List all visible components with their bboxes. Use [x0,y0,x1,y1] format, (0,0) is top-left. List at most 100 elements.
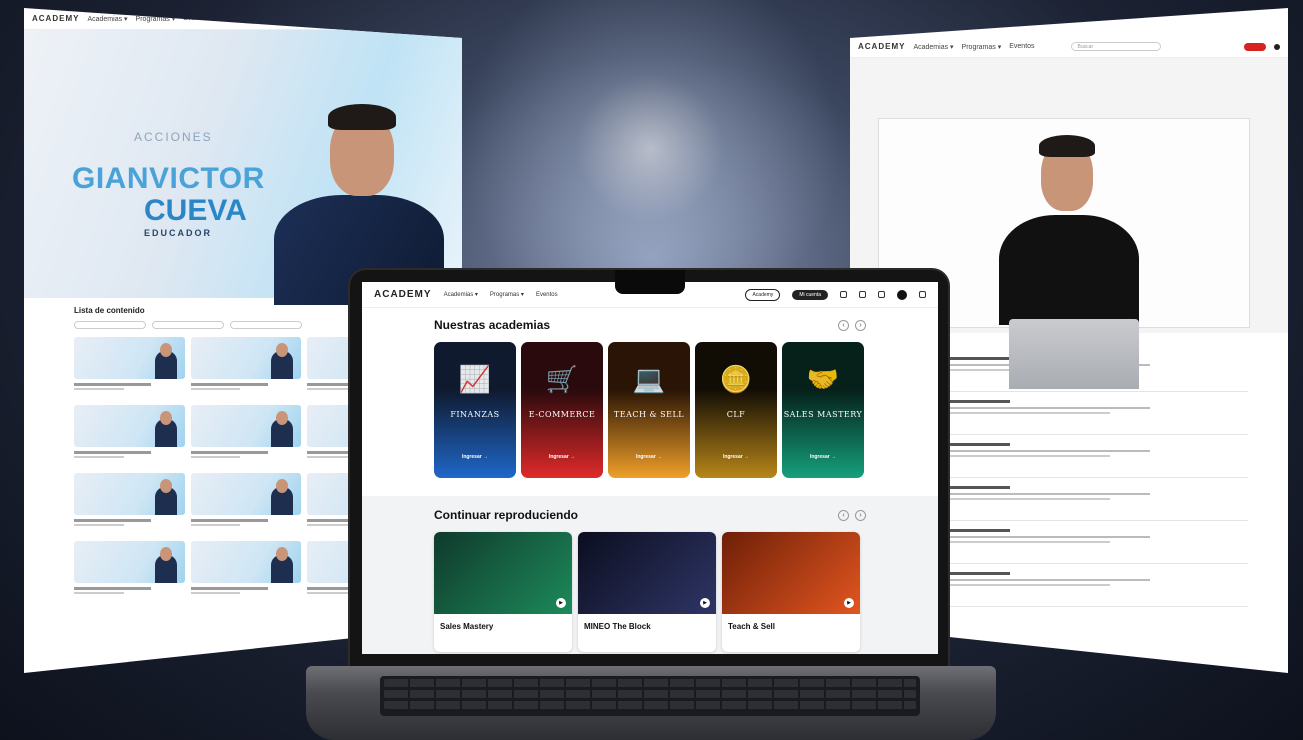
lesson-item[interactable] [950,564,1248,607]
continue-cards: ▶ Sales Mastery ▶ MINEO The Block ▶ Teac… [434,532,866,652]
bookmark-icon[interactable] [840,291,847,298]
lesson-item[interactable] [950,521,1248,564]
stage: ACADEMY Academias ▾ Programas ▾ Eventos … [0,0,1303,740]
academy-card[interactable]: 💻 TEACH & SELL Ingresar → [608,342,690,478]
arrow-left-icon[interactable]: ‹ [838,319,849,331]
right-nav-academias[interactable]: Academias ▾ [913,43,953,51]
main-logo[interactable]: ACADEMY [374,289,432,300]
right-logo[interactable]: ACADEMY [858,42,905,51]
thumb-image [190,337,302,379]
hero-brand: ACCIONES [134,130,213,144]
lesson-desc [950,493,1150,495]
account-button[interactable]: Mi cuenta [792,289,828,300]
play-icon[interactable]: ▶ [700,598,710,608]
academy-button[interactable]: Academy [745,288,781,301]
arrow-right-icon[interactable]: › [855,319,866,331]
content-thumb[interactable] [74,541,185,601]
academy-enter-button[interactable]: Ingresar → [434,454,516,460]
user-avatar[interactable] [897,289,907,300]
right-search-input[interactable]: Buscar [1070,42,1161,51]
thumb-subtitle [190,456,241,458]
thumb-subtitle [190,388,241,390]
continue-card[interactable]: ▶ Teach & Sell [722,532,860,652]
lesson-title [950,443,1010,446]
continue-card[interactable]: ▶ MINEO The Block [578,532,716,652]
academy-card[interactable]: 🪙 CLF Ingresar → [695,342,777,478]
right-red-pill-button[interactable] [1244,42,1266,51]
left-nav-academias[interactable]: Academias ▾ [87,15,127,23]
academy-name: E-COMMERCE [528,410,596,419]
content-thumb[interactable] [74,473,185,533]
presenter-hair [1039,135,1095,157]
lesson-desc [950,412,1110,414]
thumb-title [74,519,152,522]
academy-enter-button[interactable]: Ingresar → [608,454,690,460]
lesson-desc [950,541,1110,543]
arrow-left-icon[interactable]: ‹ [838,509,849,521]
coin-icon: 🪙 [719,364,753,394]
lesson-item[interactable] [950,392,1248,435]
left-search-input[interactable]: Buscar [254,14,345,23]
right-nav-programas[interactable]: Programas ▾ [962,43,1002,51]
presenter-body [999,215,1139,325]
play-icon[interactable]: ▶ [556,598,566,608]
content-thumb[interactable] [74,405,185,465]
academies-title: Nuestras academias [434,318,551,332]
play-icon[interactable]: ▶ [844,598,854,608]
right-nav-eventos[interactable]: Eventos [1009,43,1034,50]
arrow-right-icon[interactable]: › [855,509,866,521]
cart-icon[interactable] [859,291,866,298]
thumb-image [190,541,302,583]
left-nav-programas[interactable]: Programas ▾ [136,15,176,23]
right-avatar[interactable] [1274,43,1280,50]
thumb-image [190,473,302,515]
bell-icon[interactable] [878,291,885,298]
academy-name: SALES MASTERY [783,410,863,419]
thumb-subtitle [74,388,124,390]
lesson-desc [950,579,1150,581]
academy-enter-button[interactable]: Ingresar → [521,454,603,460]
lesson-desc [950,584,1110,586]
laptop-notch [615,270,685,294]
content-thumb[interactable] [190,473,302,533]
academies-row: 📈 FINANZAS Ingresar → 🛒 E-COMMERCE Ingre… [434,342,938,478]
right-navbar: ACADEMY Academias ▾ Programas ▾ Eventos … [850,36,1288,58]
instructor-hero: ACCIONES GIANVICTOR CUEVA EDUCADOR [24,30,462,305]
nav-eventos[interactable]: Eventos [536,292,558,298]
filter-select-2[interactable] [152,321,224,329]
lesson-desc [950,450,1150,452]
content-thumb[interactable] [190,405,302,465]
academy-name: TEACH & SELL [613,410,685,419]
presenter-laptop [1009,319,1139,389]
laptop-screen: ACADEMY Academias ▾ Programas ▾ Eventos … [362,282,938,654]
card-thumbnail: ▶ [578,532,716,614]
card-title: MINEO The Block [584,622,651,631]
shopping-cart-icon: 🛒 [545,364,579,394]
thumb-title [74,451,152,454]
left-logo[interactable]: ACADEMY [32,14,79,23]
lesson-item[interactable] [950,478,1248,521]
left-nav-eventos[interactable]: Eventos [183,15,208,22]
lesson-title [950,400,1010,403]
globe-icon[interactable] [919,291,926,298]
academy-card[interactable]: 🛒 E-COMMERCE Ingresar → [521,342,603,478]
lesson-item[interactable] [950,435,1248,478]
content-thumb[interactable] [190,337,302,397]
lesson-desc [950,407,1150,409]
academy-card[interactable]: 🤝 SALES MASTERY Ingresar → [782,342,864,478]
content-thumb[interactable] [190,541,302,601]
academy-enter-button[interactable]: Ingresar → [695,454,777,460]
thumb-image [74,337,185,379]
filter-select-3[interactable] [230,321,302,329]
nav-academias[interactable]: Academias ▾ [444,291,478,298]
thumb-image [190,405,302,447]
academies-arrows: ‹ › [838,319,866,331]
academy-card[interactable]: 📈 FINANZAS Ingresar → [434,342,516,478]
thumb-image [74,541,185,583]
content-thumb[interactable] [74,337,185,397]
nav-programas[interactable]: Programas ▾ [490,291,524,298]
academy-enter-button[interactable]: Ingresar → [782,454,864,460]
laptop-keyboard [380,676,920,716]
filter-select-1[interactable] [74,321,146,329]
continue-card[interactable]: ▶ Sales Mastery [434,532,572,652]
